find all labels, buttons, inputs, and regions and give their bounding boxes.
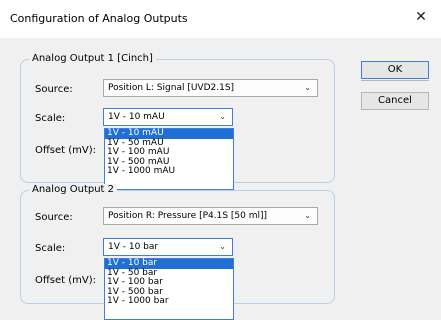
source-label-2: Source:	[35, 212, 73, 223]
chevron-down-icon: ⌄	[304, 211, 311, 220]
source-select-1-value: Position L: Signal [UVD2.1S]	[108, 83, 235, 93]
scale-dropdown-2: 1V - 10 bar 1V - 50 bar 1V - 100 bar 1V …	[104, 258, 234, 320]
close-icon[interactable]: ✕	[411, 7, 431, 27]
offset-label-1: Offset (mV):	[35, 145, 96, 156]
chevron-down-icon: ⌄	[219, 242, 226, 251]
chevron-down-icon: ⌄	[304, 83, 311, 92]
scale-select-1-value: 1V - 10 mAU	[108, 112, 165, 122]
scale-label-2: Scale:	[35, 243, 66, 254]
scale-option[interactable]: 1V - 1000 mAU	[105, 167, 233, 177]
source-select-2-value: Position R: Pressure [P4.1S [50 ml]]	[108, 211, 268, 221]
scale-label-1: Scale:	[35, 113, 66, 124]
scale-select-1[interactable]: 1V - 10 mAU ⌄	[103, 108, 233, 126]
scale-select-2[interactable]: 1V - 10 bar ⌄	[103, 238, 233, 256]
source-select-2[interactable]: Position R: Pressure [P4.1S [50 ml]] ⌄	[103, 207, 318, 225]
cancel-button[interactable]: Cancel	[361, 92, 429, 110]
offset-label-2: Offset (mV):	[35, 275, 96, 286]
dialog-window: Configuration of Analog Outputs ✕ Analog…	[0, 0, 441, 320]
title-bar: Configuration of Analog Outputs ✕	[0, 0, 441, 38]
ok-button-underline	[361, 80, 429, 81]
analog-output-1-legend: Analog Output 1 [Cinch]	[29, 53, 156, 64]
source-label-1: Source:	[35, 84, 73, 95]
scale-select-2-value: 1V - 10 bar	[108, 242, 159, 252]
scale-option[interactable]: 1V - 1000 bar	[105, 297, 233, 307]
dialog-title: Configuration of Analog Outputs	[10, 12, 188, 25]
scale-dropdown-1: 1V - 10 mAU 1V - 50 mAU 1V - 100 mAU 1V …	[104, 128, 234, 190]
chevron-down-icon: ⌄	[219, 112, 226, 121]
analog-output-2-legend: Analog Output 2	[29, 184, 118, 195]
ok-button[interactable]: OK	[361, 61, 429, 79]
source-select-1[interactable]: Position L: Signal [UVD2.1S] ⌄	[103, 79, 318, 97]
